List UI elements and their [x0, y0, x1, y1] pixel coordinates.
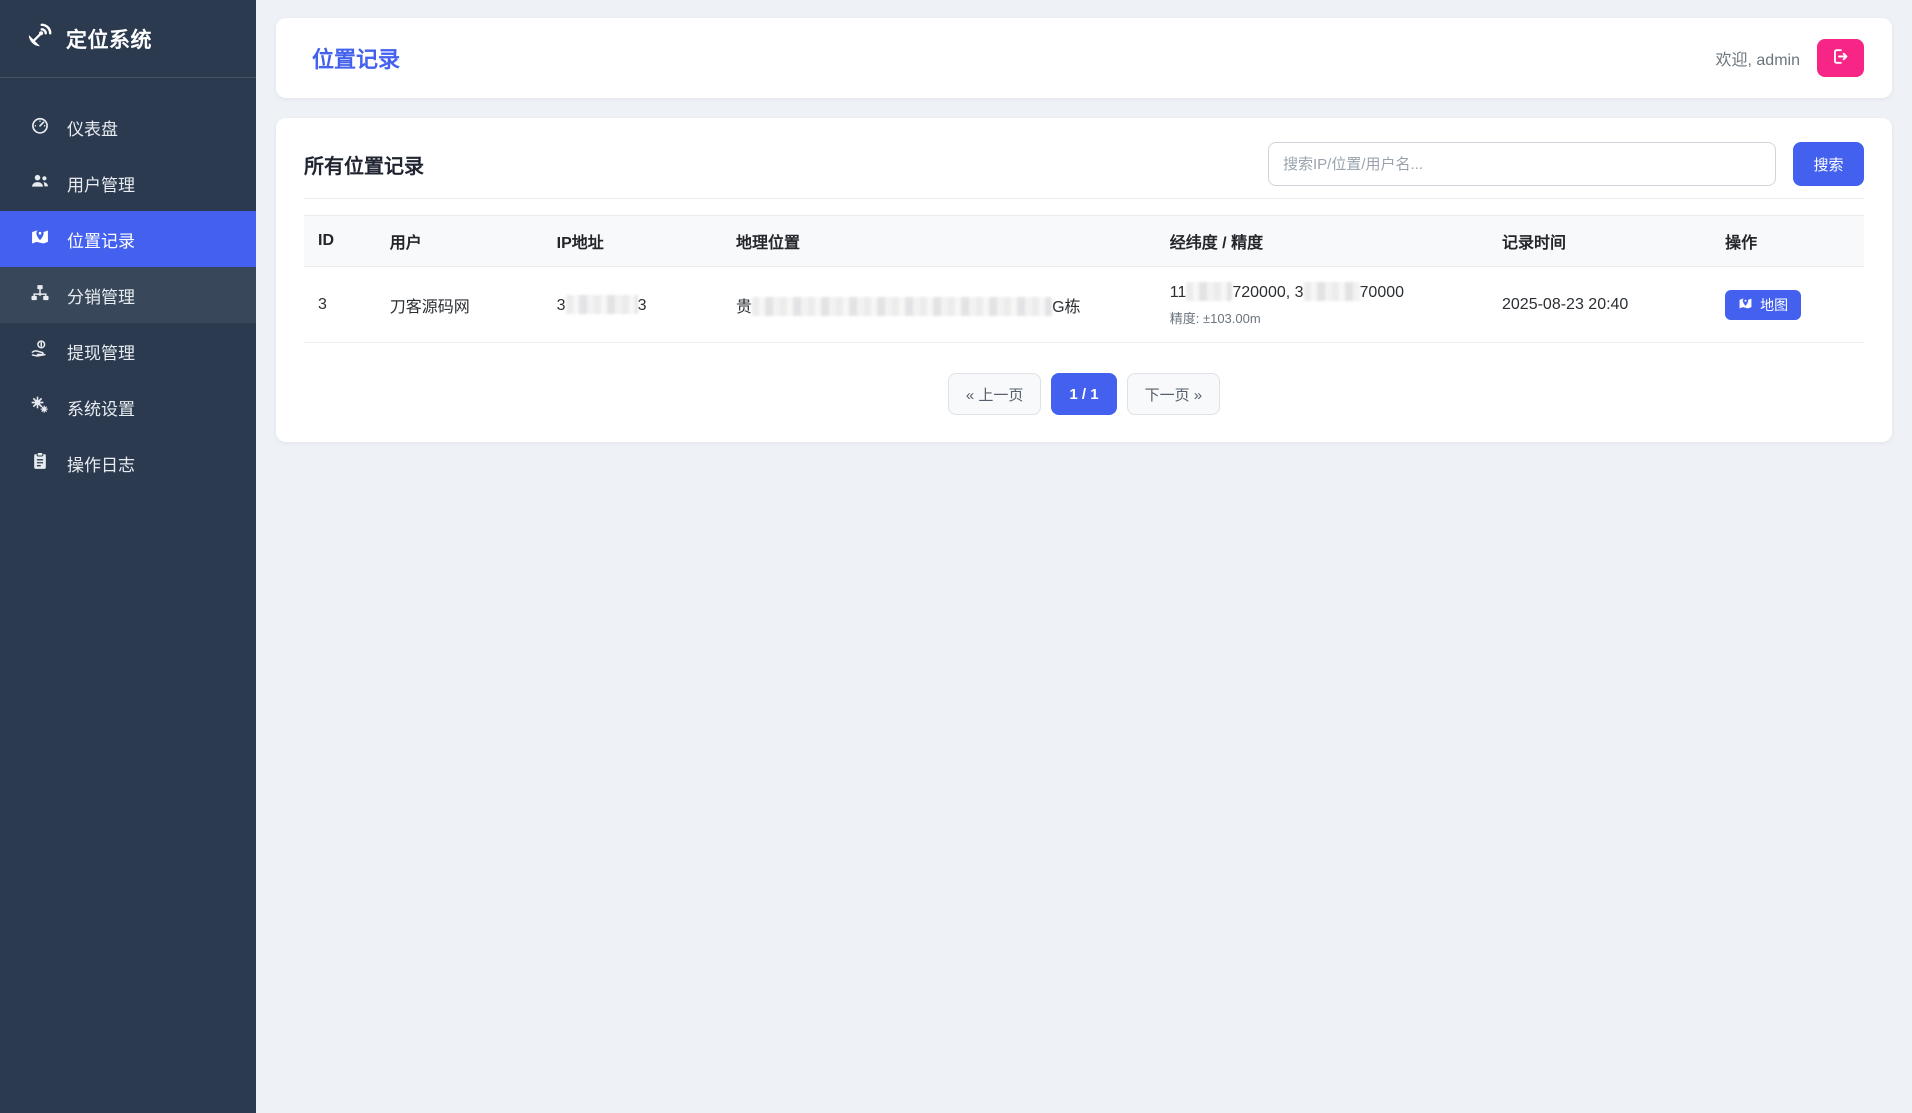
- cell-actions: 地图: [1711, 267, 1864, 343]
- location-prefix: 贵: [736, 299, 752, 316]
- cell-ip: 33: [543, 267, 722, 343]
- map-button-label: 地图: [1760, 295, 1788, 315]
- redacted-block: [752, 297, 1052, 316]
- sidebar-item-users[interactable]: 用户管理: [0, 155, 256, 211]
- accuracy-text: 精度: ±103.00m: [1170, 308, 1474, 327]
- gears-icon: [30, 395, 50, 420]
- table-row: 3 刀客源码网 33 贵G栋 11720000, 370000 精度:: [304, 267, 1864, 343]
- sidebar-item-label: 系统设置: [67, 395, 135, 420]
- records-panel: 所有位置记录 搜索 ID 用户 IP地址 地理位置: [276, 118, 1892, 442]
- column-header-location: 地理位置: [722, 216, 1156, 267]
- ip-prefix: 3: [557, 297, 566, 314]
- current-page-indicator: 1 / 1: [1051, 373, 1116, 415]
- panel-title: 所有位置记录: [304, 150, 424, 179]
- gauge-icon: [30, 115, 50, 140]
- sidebar-menu: 仪表盘 用户管理: [0, 78, 256, 491]
- prev-page-button[interactable]: « 上一页: [948, 373, 1042, 415]
- sidebar-item-label: 提现管理: [67, 339, 135, 364]
- users-icon: [30, 171, 50, 196]
- redacted-block: [1304, 282, 1360, 301]
- page-title: 位置记录: [312, 42, 400, 74]
- pagination: « 上一页 1 / 1 下一页 »: [304, 373, 1864, 415]
- column-header-coords: 经纬度 / 精度: [1156, 216, 1488, 267]
- sidebar-item-distribution[interactable]: 分销管理: [0, 267, 256, 323]
- hand-dollar-icon: [30, 339, 50, 364]
- sidebar-item-withdrawals[interactable]: 提现管理: [0, 323, 256, 379]
- app-root: 定位系统 仪表盘: [0, 0, 1912, 1113]
- clipboard-icon: [30, 451, 50, 476]
- main-content: 位置记录 欢迎, admin 所有位置记录: [256, 0, 1912, 1113]
- column-header-time: 记录时间: [1488, 216, 1711, 267]
- app-title: 定位系统: [66, 24, 152, 54]
- records-table: ID 用户 IP地址 地理位置 经纬度 / 精度 记录时间 操作 3 刀客源码网: [304, 215, 1864, 343]
- panel-header: 所有位置记录 搜索: [304, 142, 1864, 199]
- sidebar-item-label: 分销管理: [67, 283, 135, 308]
- redacted-block: [1186, 282, 1232, 301]
- map-button[interactable]: 地图: [1725, 290, 1801, 320]
- sidebar-item-settings[interactable]: 系统设置: [0, 379, 256, 435]
- sidebar-item-location-records[interactable]: 位置记录: [0, 211, 256, 267]
- column-header-actions: 操作: [1711, 216, 1864, 267]
- sidebar-item-label: 用户管理: [67, 171, 135, 196]
- sign-out-icon: [1831, 47, 1850, 69]
- column-header-user: 用户: [376, 216, 543, 267]
- topbar-right: 欢迎, admin: [1716, 39, 1864, 77]
- welcome-text: 欢迎, admin: [1716, 46, 1800, 70]
- coords-line: 11 720000, 3 70000: [1170, 282, 1474, 302]
- sidebar-item-label: 仪表盘: [67, 115, 118, 140]
- sidebar-item-logs[interactable]: 操作日志: [0, 435, 256, 491]
- app-logo: 定位系统: [0, 0, 256, 78]
- map-icon: [1738, 296, 1753, 314]
- topbar: 位置记录 欢迎, admin: [276, 18, 1892, 98]
- satellite-dish-icon: [26, 22, 53, 55]
- table-body: 3 刀客源码网 33 贵G栋 11720000, 370000 精度:: [304, 267, 1864, 343]
- sidebar-item-dashboard[interactable]: 仪表盘: [0, 99, 256, 155]
- sitemap-icon: [30, 283, 50, 308]
- cell-time: 2025-08-23 20:40: [1488, 267, 1711, 343]
- column-header-id: ID: [304, 216, 376, 267]
- search-form: 搜索: [1268, 142, 1864, 186]
- sidebar-item-label: 位置记录: [67, 227, 135, 252]
- column-header-ip: IP地址: [543, 216, 722, 267]
- location-suffix: G栋: [1052, 299, 1080, 316]
- sidebar: 定位系统 仪表盘: [0, 0, 256, 1113]
- coords-part: 11: [1170, 284, 1187, 301]
- cell-user: 刀客源码网: [376, 267, 543, 343]
- table-head: ID 用户 IP地址 地理位置 经纬度 / 精度 记录时间 操作: [304, 216, 1864, 267]
- cell-location: 贵 G栋: [722, 267, 1156, 343]
- coords-part: 70000: [1360, 284, 1405, 301]
- cell-coords: 11 720000, 3 70000 精度: ±103.00m: [1156, 267, 1488, 343]
- next-page-button[interactable]: 下一页 »: [1127, 373, 1221, 415]
- search-button[interactable]: 搜索: [1793, 142, 1864, 186]
- search-input[interactable]: [1268, 142, 1776, 186]
- logout-button[interactable]: [1817, 39, 1864, 77]
- coords-part: 720000, 3: [1232, 284, 1303, 301]
- ip-suffix: 3: [638, 297, 647, 314]
- cell-id: 3: [304, 267, 376, 343]
- redacted-block: [566, 295, 638, 314]
- sidebar-item-label: 操作日志: [67, 451, 135, 476]
- map-location-icon: [30, 227, 50, 252]
